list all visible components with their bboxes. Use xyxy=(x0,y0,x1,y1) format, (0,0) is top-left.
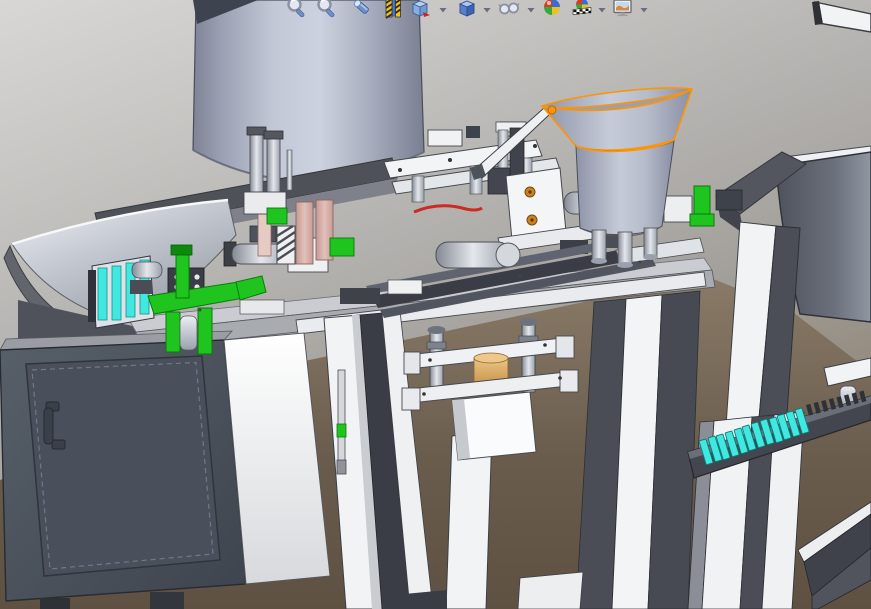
dropdown-arrow-icon[interactable] xyxy=(438,5,448,15)
monitor-picture-icon[interactable] xyxy=(611,0,635,20)
dropdown-arrow-icon[interactable] xyxy=(482,5,492,15)
magnifier-icon[interactable] xyxy=(315,0,339,20)
main-hopper-cylinder[interactable] xyxy=(192,0,425,182)
dropdown-arrow-icon[interactable] xyxy=(526,5,536,15)
flashlight-icon[interactable] xyxy=(351,0,375,20)
dropdown-arrow-icon[interactable] xyxy=(639,5,649,15)
model-scene[interactable] xyxy=(0,0,871,609)
cube-red-arrow-icon[interactable] xyxy=(409,0,433,20)
heads-up-view-toolbar xyxy=(280,0,665,21)
shaded-cube-icon[interactable] xyxy=(456,0,480,20)
glasses-icon[interactable] xyxy=(498,0,522,20)
magnifier-icon[interactable] xyxy=(285,0,309,20)
control-cabinet[interactable] xyxy=(0,330,331,609)
cad-viewport[interactable] xyxy=(0,0,871,609)
section-stripes-icon[interactable] xyxy=(382,0,406,20)
dropdown-arrow-icon[interactable] xyxy=(597,5,607,15)
checkered-sphere-icon[interactable] xyxy=(571,0,595,20)
top-right-beam[interactable] xyxy=(812,1,871,33)
multicolor-sphere-icon[interactable] xyxy=(541,0,565,20)
